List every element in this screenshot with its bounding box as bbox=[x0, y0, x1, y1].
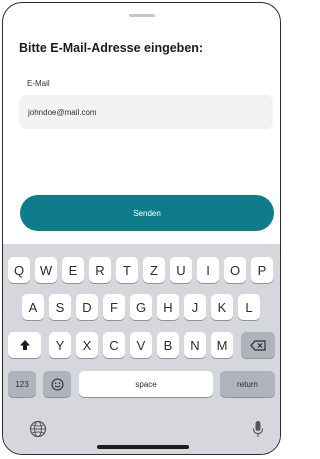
space-key[interactable]: space bbox=[79, 371, 213, 397]
key-o[interactable]: O bbox=[224, 257, 246, 283]
send-button[interactable]: Senden bbox=[20, 195, 274, 231]
key-x[interactable]: X bbox=[76, 332, 98, 358]
key-n[interactable]: N bbox=[184, 332, 206, 358]
home-indicator bbox=[97, 445, 189, 449]
key-b[interactable]: B bbox=[157, 332, 179, 358]
shift-arrow-icon bbox=[19, 340, 30, 350]
globe-icon bbox=[29, 420, 47, 438]
send-button-label: Senden bbox=[133, 208, 161, 218]
backspace-icon bbox=[250, 339, 266, 351]
key-r[interactable]: R bbox=[89, 257, 111, 283]
delete-key[interactable] bbox=[241, 332, 275, 358]
key-e[interactable]: E bbox=[62, 257, 84, 283]
key-u[interactable]: U bbox=[170, 257, 192, 283]
key-y[interactable]: Y bbox=[49, 332, 71, 358]
key-h[interactable]: H bbox=[157, 294, 179, 320]
key-t[interactable]: T bbox=[116, 257, 138, 283]
key-j[interactable]: J bbox=[184, 294, 206, 320]
shift-key[interactable] bbox=[8, 332, 41, 358]
dictation-button[interactable] bbox=[246, 416, 270, 442]
key-z[interactable]: Z bbox=[143, 257, 165, 283]
microphone-icon bbox=[252, 421, 264, 437]
key-a[interactable]: A bbox=[22, 294, 44, 320]
on-screen-keyboard: Q W E R T Z U I O P A S D F G H J K L Y … bbox=[3, 244, 280, 454]
phone-frame: Bitte E-Mail-Adresse eingeben: E-Mail jo… bbox=[2, 2, 281, 455]
globe-button[interactable] bbox=[25, 416, 51, 442]
key-v[interactable]: V bbox=[130, 332, 152, 358]
email-input[interactable]: johndoe@mail.com bbox=[19, 95, 273, 129]
numbers-key[interactable]: 123 bbox=[8, 371, 36, 397]
key-w[interactable]: W bbox=[35, 257, 57, 283]
key-f[interactable]: F bbox=[103, 294, 125, 320]
email-prompt-heading: Bitte E-Mail-Adresse eingeben: bbox=[19, 41, 204, 55]
emoji-icon bbox=[50, 377, 64, 391]
key-s[interactable]: S bbox=[49, 294, 71, 320]
email-field-label: E-Mail bbox=[27, 79, 50, 88]
email-input-value: johndoe@mail.com bbox=[28, 107, 97, 117]
key-g[interactable]: G bbox=[130, 294, 152, 320]
key-l[interactable]: L bbox=[238, 294, 260, 320]
key-d[interactable]: D bbox=[76, 294, 98, 320]
key-m[interactable]: M bbox=[211, 332, 233, 358]
return-key[interactable]: return bbox=[220, 371, 275, 397]
key-q[interactable]: Q bbox=[8, 257, 30, 283]
emoji-key[interactable] bbox=[43, 371, 71, 397]
key-i[interactable]: I bbox=[197, 257, 219, 283]
key-k[interactable]: K bbox=[211, 294, 233, 320]
key-c[interactable]: C bbox=[103, 332, 125, 358]
sheet-drag-handle[interactable] bbox=[129, 14, 155, 17]
key-p[interactable]: P bbox=[251, 257, 273, 283]
